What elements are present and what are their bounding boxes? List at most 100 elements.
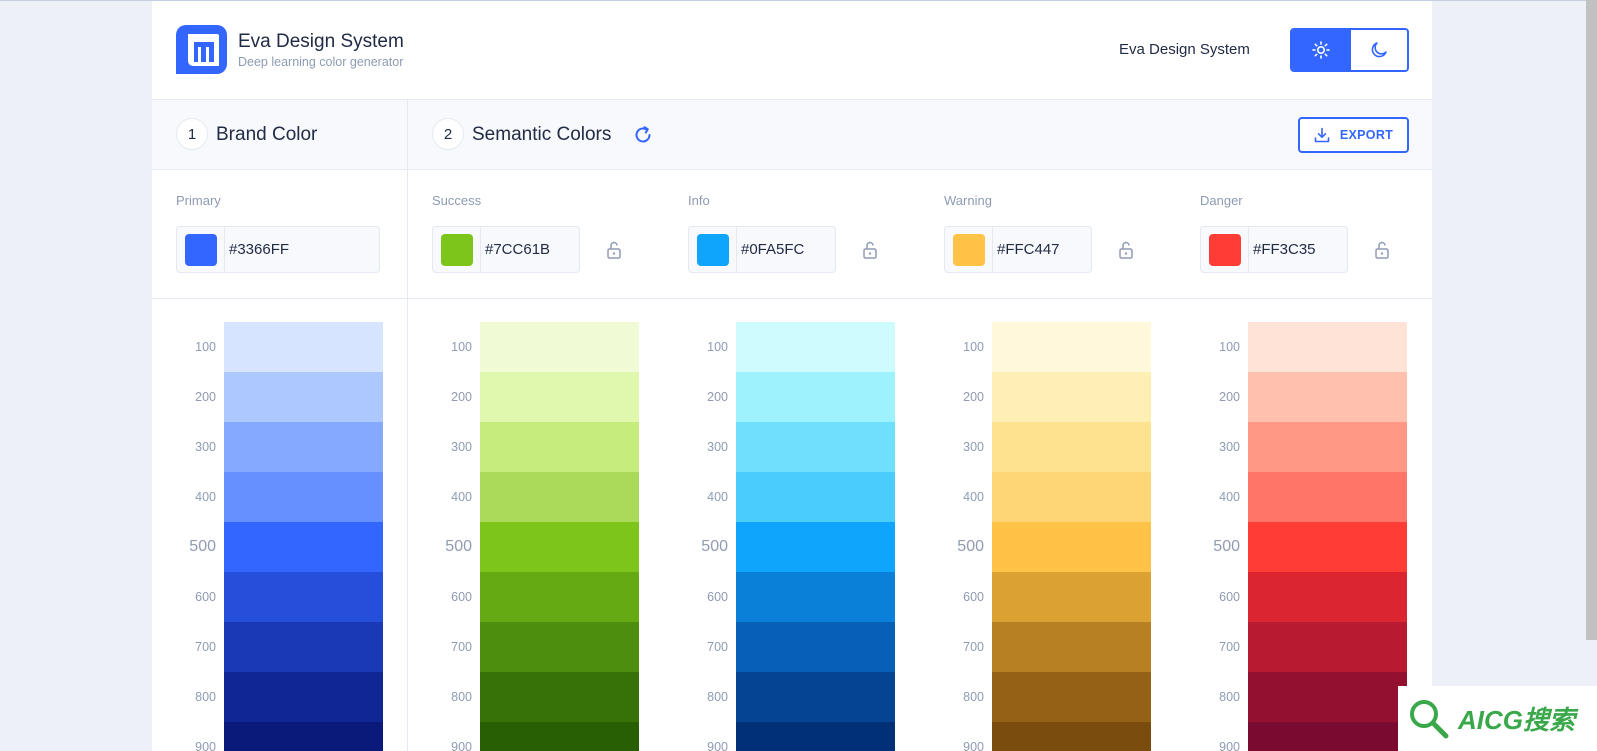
danger-shade-label: 800 — [1219, 690, 1240, 704]
info-shade-200[interactable] — [736, 372, 895, 422]
primary-swatch-cell — [177, 227, 225, 272]
warning-shade-200[interactable] — [992, 372, 1151, 422]
info-swatch[interactable] — [696, 233, 729, 266]
success-swatch[interactable] — [440, 233, 473, 266]
success-shade-900[interactable] — [480, 722, 639, 751]
primary-shade-300[interactable] — [224, 422, 383, 472]
success-shade-500[interactable] — [480, 522, 639, 572]
warning-shade-900[interactable] — [992, 722, 1151, 751]
export-button[interactable]: EXPORT — [1298, 117, 1409, 153]
danger-shade-800[interactable] — [1248, 672, 1407, 722]
primary-shade-400[interactable] — [224, 472, 383, 522]
danger-shade-label: 600 — [1219, 590, 1240, 604]
primary-shade-label: 100 — [195, 340, 216, 354]
scrollbar[interactable] — [1586, 0, 1597, 640]
primary-shade-label: 300 — [195, 440, 216, 454]
danger-swatch[interactable] — [1208, 233, 1241, 266]
danger-shade-500[interactable] — [1248, 522, 1407, 572]
danger-shade-label: 500 — [1213, 538, 1240, 555]
success-shade-200[interactable] — [480, 372, 639, 422]
danger-color-field[interactable]: #FF3C35 — [1200, 226, 1348, 273]
danger-hex-value[interactable]: #FF3C35 — [1249, 241, 1316, 258]
warning-shade-800[interactable] — [992, 672, 1151, 722]
success-shade-label: 200 — [451, 390, 472, 404]
danger-shade-label: 400 — [1219, 490, 1240, 504]
danger-label: Danger — [1200, 193, 1243, 208]
primary-hex-value[interactable]: #3366FF — [225, 241, 289, 258]
success-color-field[interactable]: #7CC61B — [432, 226, 580, 273]
success-swatch-cell — [433, 227, 481, 272]
success-shade-600[interactable] — [480, 572, 639, 622]
info-shade-label: 300 — [707, 440, 728, 454]
warning-color-field[interactable]: #FFC447 — [944, 226, 1092, 273]
info-shade-300[interactable] — [736, 422, 895, 472]
primary-shade-600[interactable] — [224, 572, 383, 622]
success-shade-400[interactable] — [480, 472, 639, 522]
success-unlock-icon[interactable] — [605, 240, 623, 260]
primary-shade-100[interactable] — [224, 322, 383, 372]
success-shade-label: 600 — [451, 590, 472, 604]
primary-shade-label: 400 — [195, 490, 216, 504]
success-shade-700[interactable] — [480, 622, 639, 672]
info-shade-900[interactable] — [736, 722, 895, 751]
info-shade-500[interactable] — [736, 522, 895, 572]
warning-shade-600[interactable] — [992, 572, 1151, 622]
warning-shade-300[interactable] — [992, 422, 1151, 472]
section-header-band — [152, 100, 1432, 170]
refresh-icon[interactable] — [632, 124, 654, 146]
eva-design-system-link[interactable]: Eva Design System — [1119, 41, 1250, 58]
info-color-field[interactable]: #0FA5FC — [688, 226, 836, 273]
info-shade-label: 800 — [707, 690, 728, 704]
primary-swatch[interactable] — [184, 233, 217, 266]
warning-shade-400[interactable] — [992, 472, 1151, 522]
watermark-text: AICG搜索 — [1458, 705, 1576, 735]
primary-shade-500[interactable] — [224, 522, 383, 572]
primary-shade-800[interactable] — [224, 672, 383, 722]
primary-color-field[interactable]: #3366FF — [176, 226, 380, 273]
warning-swatch[interactable] — [952, 233, 985, 266]
warning-shade-label: 300 — [963, 440, 984, 454]
info-shade-600[interactable] — [736, 572, 895, 622]
warning-shade-100[interactable] — [992, 322, 1151, 372]
info-hex-value[interactable]: #0FA5FC — [737, 241, 804, 258]
warning-shade-label: 200 — [963, 390, 984, 404]
success-hex-value[interactable]: #7CC61B — [481, 241, 550, 258]
success-shade-800[interactable] — [480, 672, 639, 722]
primary-shade-200[interactable] — [224, 372, 383, 422]
danger-shade-900[interactable] — [1248, 722, 1407, 751]
dark-theme-button[interactable] — [1350, 30, 1407, 70]
primary-label: Primary — [176, 193, 221, 208]
warning-shade-700[interactable] — [992, 622, 1151, 672]
watermark: AICG搜索 — [1398, 686, 1597, 751]
danger-shade-300[interactable] — [1248, 422, 1407, 472]
success-shade-label: 700 — [451, 640, 472, 654]
primary-shade-700[interactable] — [224, 622, 383, 672]
info-shade-400[interactable] — [736, 472, 895, 522]
info-shade-700[interactable] — [736, 622, 895, 672]
info-unlock-icon[interactable] — [861, 240, 879, 260]
info-shade-label: 900 — [707, 740, 728, 751]
danger-shade-200[interactable] — [1248, 372, 1407, 422]
success-shade-300[interactable] — [480, 422, 639, 472]
danger-shade-400[interactable] — [1248, 472, 1407, 522]
color-inputs-row: Primary #3366FF Success #7CC61B Info #0F… — [152, 170, 1432, 299]
danger-shade-label: 900 — [1219, 740, 1240, 751]
success-shade-100[interactable] — [480, 322, 639, 372]
success-shade-label: 500 — [445, 538, 472, 555]
info-shade-label: 100 — [707, 340, 728, 354]
app-title: Eva Design System — [238, 31, 404, 52]
warning-hex-value[interactable]: #FFC447 — [993, 241, 1060, 258]
info-shade-100[interactable] — [736, 322, 895, 372]
danger-shade-600[interactable] — [1248, 572, 1407, 622]
primary-shade-900[interactable] — [224, 722, 383, 751]
primary-shade-label: 800 — [195, 690, 216, 704]
warning-shade-label: 900 — [963, 740, 984, 751]
warning-unlock-icon[interactable] — [1117, 240, 1135, 260]
danger-shade-100[interactable] — [1248, 322, 1407, 372]
light-theme-button[interactable] — [1292, 30, 1350, 70]
eva-logo-icon[interactable] — [176, 25, 227, 74]
warning-shade-500[interactable] — [992, 522, 1151, 572]
info-shade-800[interactable] — [736, 672, 895, 722]
danger-shade-700[interactable] — [1248, 622, 1407, 672]
danger-unlock-icon[interactable] — [1373, 240, 1391, 260]
